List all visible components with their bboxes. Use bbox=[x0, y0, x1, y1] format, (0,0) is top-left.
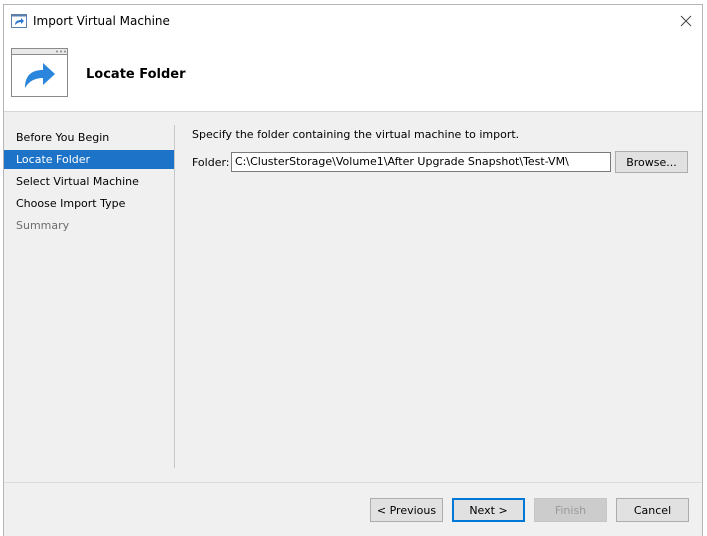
nav-item-summary: Summary bbox=[16, 219, 70, 232]
wizard-steps-nav: Before You Begin Locate Folder Select Vi… bbox=[4, 112, 176, 472]
nav-item-before-you-begin[interactable]: Before You Begin bbox=[4, 128, 174, 147]
title-bar: Import Virtual Machine bbox=[4, 5, 702, 37]
instruction-text: Specify the folder containing the virtua… bbox=[192, 128, 520, 141]
page-title: Locate Folder bbox=[86, 67, 186, 82]
footer-divider bbox=[4, 482, 702, 483]
finish-button: Finish bbox=[534, 498, 607, 522]
wizard-header: Locate Folder bbox=[4, 37, 702, 112]
browse-button[interactable]: Browse... bbox=[615, 151, 688, 173]
import-arrow-icon bbox=[11, 48, 69, 98]
folder-path-input[interactable]: C:\ClusterStorage\Volume1\After Upgrade … bbox=[231, 152, 611, 172]
nav-item-select-virtual-machine[interactable]: Select Virtual Machine bbox=[4, 172, 174, 191]
app-icon bbox=[11, 13, 27, 29]
previous-button[interactable]: < Previous bbox=[370, 498, 443, 522]
window-title: Import Virtual Machine bbox=[33, 14, 170, 28]
nav-divider bbox=[174, 125, 175, 468]
import-vm-dialog: Import Virtual Machine Locate Folder Bef… bbox=[3, 4, 703, 536]
cancel-button[interactable]: Cancel bbox=[616, 498, 689, 522]
nav-item-choose-import-type[interactable]: Choose Import Type bbox=[4, 194, 174, 213]
close-icon[interactable] bbox=[674, 9, 698, 33]
next-button[interactable]: Next > bbox=[452, 498, 525, 522]
folder-label: Folder: bbox=[192, 156, 230, 169]
nav-item-locate-folder[interactable]: Locate Folder bbox=[4, 150, 174, 169]
